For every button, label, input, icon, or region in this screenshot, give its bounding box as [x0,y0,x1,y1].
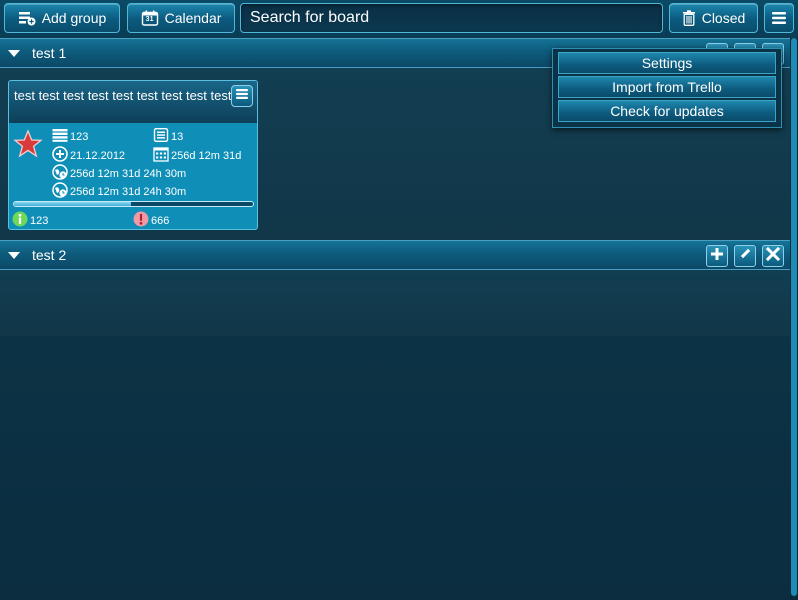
menu-item-check-updates[interactable]: Check for updates [558,100,776,122]
board-card-header: test test test test test test test test … [9,81,257,123]
main-menu-button[interactable] [764,3,794,33]
group-body [0,270,790,336]
add-group-button[interactable]: Add group [4,3,120,33]
card-count-row: 123 [52,128,88,145]
board-title: test test test test test test test test … [14,88,232,103]
add-group-label: Add group [41,10,107,26]
close-icon [765,246,781,266]
time-row-2: 256d 12m 31d 24h 30m [52,182,186,201]
add-circle-icon [52,146,68,165]
hamburger-icon [235,87,249,105]
search-input[interactable] [250,9,662,27]
duration-row: 256d 12m 31d [153,146,241,165]
alert-row: 666 [133,211,170,229]
menu-item-settings[interactable]: Settings [558,52,776,74]
calendar-button[interactable]: 31 Calendar [127,3,235,33]
closed-button[interactable]: Closed [669,3,758,33]
duration-value: 256d 12m 31d [171,149,242,162]
globe-clock-icon [52,182,68,201]
edit-group-button[interactable] [734,245,756,267]
board-menu-button[interactable] [231,85,253,107]
board-card[interactable]: test test test test test test test test … [8,80,258,230]
trash-icon [682,10,696,26]
group-title: test 2 [32,247,67,263]
info-icon [12,211,28,229]
star-icon[interactable] [13,129,43,164]
add-board-button[interactable] [706,245,728,267]
collapse-triangle-icon[interactable] [8,252,20,259]
calendar-grid-icon [153,146,169,165]
top-toolbar: Add group 31 Calendar Search for board C… [0,0,798,38]
group-header: test 2 [0,240,790,270]
scrollbar-thumb[interactable] [791,38,797,596]
collapse-triangle-icon[interactable] [8,50,20,57]
calendar-icon-day: 31 [145,16,154,23]
main-dropdown-menu: Settings Import from Trello Check for up… [552,48,782,128]
list-icon [52,128,68,145]
vertical-scrollbar[interactable] [790,38,798,600]
delete-group-button[interactable] [762,245,784,267]
calendar-label: Calendar [164,10,222,26]
info-count: 123 [30,214,49,227]
created-date-row: 21.12.2012 [52,146,125,165]
time-value-1: 256d 12m 31d 24h 30m [70,167,187,180]
search-box[interactable] [240,3,663,33]
hamburger-icon [771,11,787,25]
created-date: 21.12.2012 [70,149,126,162]
info-row: 123 [12,211,49,229]
group-title: test 1 [32,45,67,61]
closed-label: Closed [701,10,746,26]
plus-icon [710,247,724,266]
globe-clock-icon [52,164,68,183]
document-icon [153,127,169,145]
time-value-2: 256d 12m 31d 24h 30m [70,185,187,198]
menu-item-import-trello[interactable]: Import from Trello [558,76,776,98]
progress-bar [13,201,254,207]
alert-icon [133,211,149,229]
alert-count: 666 [151,214,170,227]
calendar-icon: 31 [141,10,159,26]
list-count-row: 13 [153,127,184,145]
card-count: 123 [70,130,89,143]
progress-fill [14,202,132,206]
time-row-1: 256d 12m 31d 24h 30m [52,164,186,183]
add-group-icon [18,10,36,26]
pencil-icon [738,247,752,266]
list-count: 13 [171,130,184,143]
